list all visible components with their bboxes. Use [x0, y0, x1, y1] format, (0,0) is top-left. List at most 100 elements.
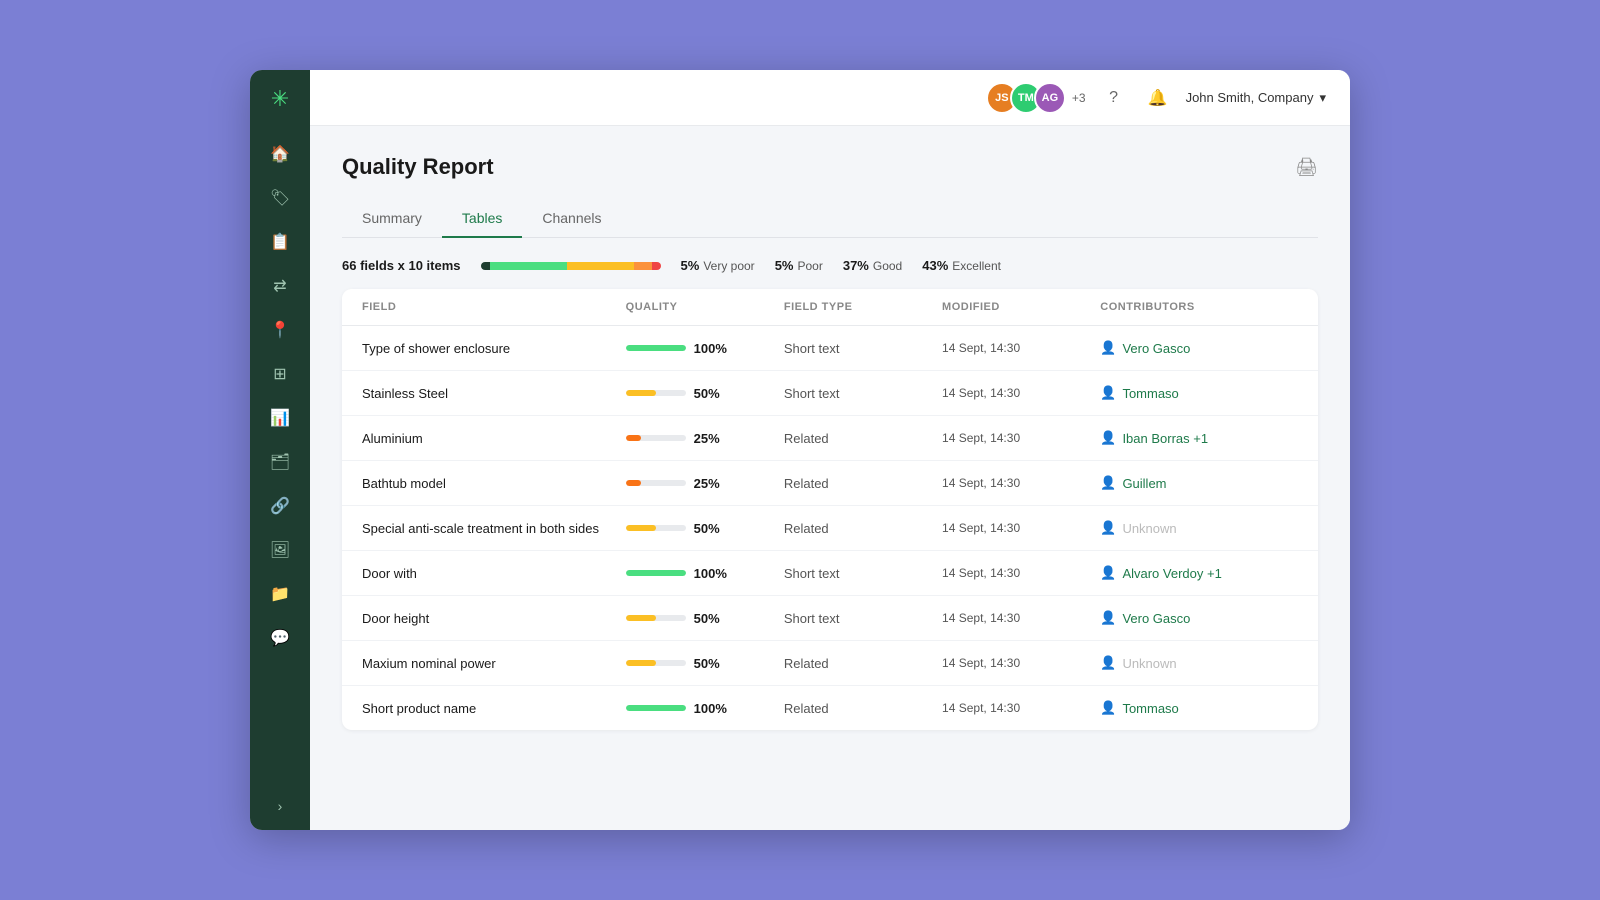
cell-quality-5: 100%: [626, 566, 784, 581]
cell-modified-0: 14 Sept, 14:30: [942, 341, 1100, 355]
quality-table: FIELD QUALITY FIELD TYPE MODIFIED CONTRI…: [342, 289, 1318, 730]
contributor-name-6: Vero Gasco: [1122, 611, 1190, 626]
table-row[interactable]: Special anti-scale treatment in both sid…: [342, 506, 1318, 551]
user-chevron-icon: ▾: [1319, 90, 1326, 106]
table-row[interactable]: Type of shower enclosure100%Short text14…: [342, 326, 1318, 371]
table-row[interactable]: Maxium nominal power50%Related14 Sept, 1…: [342, 641, 1318, 686]
cell-field-4: Special anti-scale treatment in both sid…: [362, 521, 626, 536]
page-title: Quality Report: [342, 154, 494, 180]
app-window: ✳ 🏠 🏷 📋 ⇄ 📍 ⊞ 📊 🗂 🔗 🖼 📁 💬 › JS TM AG +3 …: [250, 70, 1350, 830]
cell-contributor-4: 👤Unknown: [1100, 520, 1298, 536]
cell-contributor-6: 👤Vero Gasco: [1100, 610, 1298, 626]
cell-contributor-7: 👤Unknown: [1100, 655, 1298, 671]
col-field-type: FIELD TYPE: [784, 301, 942, 313]
cell-quality-3: 25%: [626, 476, 784, 491]
header-avatars: JS TM AG +3: [986, 82, 1086, 114]
quality-pct-1: 50%: [694, 386, 720, 401]
quality-pct-4: 50%: [694, 521, 720, 536]
cell-modified-4: 14 Sept, 14:30: [942, 521, 1100, 535]
cell-type-3: Related: [784, 476, 942, 491]
cell-contributor-3: 👤 Guillem: [1100, 475, 1298, 491]
quality-pct-0: 100%: [694, 341, 727, 356]
sidebar-icon-chart[interactable]: 📊: [262, 400, 298, 436]
cell-type-1: Short text: [784, 386, 942, 401]
stat-excellent: 43% Excellent: [922, 258, 1001, 273]
stats-bar: 66 fields x 10 items 5% Very poor 5% Poo…: [342, 258, 1318, 273]
cell-type-8: Related: [784, 701, 942, 716]
person-icon-3: 👤: [1100, 475, 1116, 491]
person-icon-2: 👤: [1100, 430, 1116, 446]
tab-summary[interactable]: Summary: [342, 200, 442, 238]
table-row[interactable]: Short product name100%Related14 Sept, 14…: [342, 686, 1318, 730]
col-contributors: CONTRIBUTORS: [1100, 301, 1298, 313]
tab-tables[interactable]: Tables: [442, 200, 522, 238]
stat-poor-label: Poor: [797, 259, 822, 273]
bell-icon[interactable]: 🔔: [1142, 82, 1174, 114]
cell-contributor-2: 👤 Iban Borras +1: [1100, 430, 1298, 446]
sidebar-icon-chat[interactable]: 💬: [262, 620, 298, 656]
person-icon-7: 👤: [1100, 655, 1116, 671]
pb-excellent: [490, 262, 567, 270]
cell-modified-1: 14 Sept, 14:30: [942, 386, 1100, 400]
cell-modified-5: 14 Sept, 14:30: [942, 566, 1100, 580]
quality-pct-2: 25%: [694, 431, 720, 446]
sidebar-icon-grid[interactable]: ⊞: [262, 356, 298, 392]
sidebar-icon-flow[interactable]: ⇄: [262, 268, 298, 304]
sidebar-icon-home[interactable]: 🏠: [262, 136, 298, 172]
help-icon[interactable]: ?: [1098, 82, 1130, 114]
stats-fields-label: 66 fields x 10 items: [342, 258, 461, 273]
cell-quality-8: 100%: [626, 701, 784, 716]
cell-quality-7: 50%: [626, 656, 784, 671]
col-modified: MODIFIED: [942, 301, 1100, 313]
stat-excellent-label: Excellent: [952, 259, 1001, 273]
cell-modified-2: 14 Sept, 14:30: [942, 431, 1100, 445]
cell-quality-4: 50%: [626, 521, 784, 536]
tab-channels[interactable]: Channels: [522, 200, 621, 238]
cell-field-2: Aluminium: [362, 431, 626, 446]
table-row[interactable]: Door height50%Short text14 Sept, 14:30👤V…: [342, 596, 1318, 641]
sidebar-collapse-button[interactable]: ›: [278, 798, 283, 814]
quality-pct-5: 100%: [694, 566, 727, 581]
cell-modified-7: 14 Sept, 14:30: [942, 656, 1100, 670]
print-button[interactable]: 🖨: [1295, 157, 1318, 178]
cell-contributor-8: 👤Tommaso: [1100, 700, 1298, 716]
cell-modified-6: 14 Sept, 14:30: [942, 611, 1100, 625]
cell-type-0: Short text: [784, 341, 942, 356]
table-row[interactable]: Door with100%Short text14 Sept, 14:30👤Al…: [342, 551, 1318, 596]
sidebar-icon-clipboard[interactable]: 📋: [262, 224, 298, 260]
stat-good-label: Good: [873, 259, 902, 273]
user-name: John Smith, Company: [1186, 90, 1314, 105]
person-icon-1: 👤: [1100, 385, 1116, 401]
contributor-name-1: Tommaso: [1122, 386, 1178, 401]
user-menu[interactable]: John Smith, Company ▾: [1186, 90, 1326, 106]
quality-pct-6: 50%: [694, 611, 720, 626]
stat-good-pct: 37%: [843, 258, 869, 273]
contributor-name-5: Alvaro Verdoy +1: [1122, 566, 1221, 581]
sidebar-icon-location[interactable]: 📍: [262, 312, 298, 348]
contributor-name-2: Iban Borras +1: [1122, 431, 1208, 446]
stat-very-poor-label: Very poor: [703, 259, 754, 273]
contributor-name-4: Unknown: [1122, 521, 1176, 536]
sidebar-icon-image[interactable]: 🖼: [262, 532, 298, 568]
stat-poor: 5% Poor: [775, 258, 823, 273]
contributor-name-3: Guillem: [1122, 476, 1166, 491]
progress-bar: [481, 262, 661, 270]
pb-good: [567, 262, 634, 270]
stat-very-poor-pct: 5%: [681, 258, 700, 273]
sidebar-icon-folder[interactable]: 📁: [262, 576, 298, 612]
sidebar: ✳ 🏠 🏷 📋 ⇄ 📍 ⊞ 📊 🗂 🔗 🖼 📁 💬 ›: [250, 70, 310, 830]
stat-poor-pct: 5%: [775, 258, 794, 273]
quality-pct-7: 50%: [694, 656, 720, 671]
cell-quality-2: 25%: [626, 431, 784, 446]
table-row[interactable]: Stainless Steel50%Short text14 Sept, 14:…: [342, 371, 1318, 416]
tabs: Summary Tables Channels: [342, 200, 1318, 238]
sidebar-icon-tags[interactable]: 🏷: [262, 180, 298, 216]
contributor-name-0: Vero Gasco: [1122, 341, 1190, 356]
table-row[interactable]: Aluminium25%Related14 Sept, 14:30👤Iban B…: [342, 416, 1318, 461]
table-row[interactable]: Bathtub model25%Related14 Sept, 14:30👤Gu…: [342, 461, 1318, 506]
sidebar-icon-layers[interactable]: 🗂: [262, 444, 298, 480]
cell-field-3: Bathtub model: [362, 476, 626, 491]
stat-very-poor: 5% Very poor: [681, 258, 755, 273]
cell-quality-1: 50%: [626, 386, 784, 401]
sidebar-icon-link[interactable]: 🔗: [262, 488, 298, 524]
